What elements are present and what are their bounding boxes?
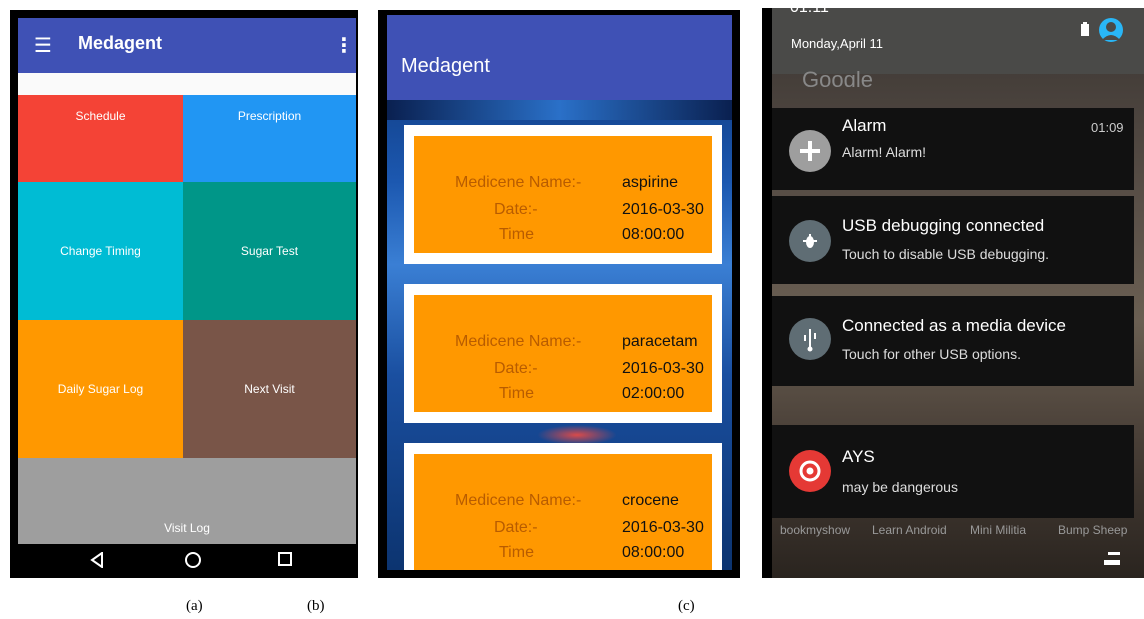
clock-text: 01:11 <box>790 8 829 17</box>
medicine-name-label: Medicene Name:- <box>455 492 582 509</box>
tile-schedule[interactable]: Schedule <box>18 95 183 182</box>
reminder-card-body: Medicene Name:- paracetam Date:- 2016-03… <box>414 295 712 412</box>
tile-label: Sugar Test <box>240 244 299 258</box>
notification-header: 01:11 Monday,April 11 <box>772 8 1144 74</box>
notification-time: 01:09 <box>1091 120 1124 135</box>
phone-screen-c: 01:11 Monday,April 11 Google Alarm Alarm… <box>762 8 1144 578</box>
bug-icon <box>789 220 831 262</box>
notification-subtitle: Alarm! Alarm! <box>842 144 927 160</box>
menu-icon[interactable]: ☰ <box>34 35 52 55</box>
time-label: Time <box>499 544 534 561</box>
medicine-name-value: paracetam <box>622 333 698 350</box>
app-label[interactable]: bookmyshow <box>780 523 850 537</box>
usb-icon <box>789 318 831 360</box>
notification-title: Connected as a media device <box>842 316 1066 335</box>
tile-change-timing[interactable]: Change Timing <box>18 182 183 320</box>
app-bar: Medagent <box>387 15 732 100</box>
medicine-name-value: crocene <box>622 492 679 509</box>
search-bar-text: Google <box>802 71 873 87</box>
caption-a: (a) <box>186 598 203 614</box>
phone-screen-b: Medagent Medicene Name:- aspirine Date:-… <box>378 10 740 578</box>
date-text: Monday,April 11 <box>791 36 884 51</box>
reminder-card-body: Medicene Name:- aspirine Date:- 2016-03-… <box>414 136 712 253</box>
app-title: Medagent <box>78 33 163 53</box>
target-icon <box>789 450 831 492</box>
date-label: Date:- <box>494 519 538 536</box>
tile-label: Prescription <box>237 109 302 123</box>
notification-subtitle: Touch to disable USB debugging. <box>842 246 1050 262</box>
notification-usb-debugging[interactable]: USB debugging connected Touch to disable… <box>772 196 1134 284</box>
dismiss-all-icon[interactable] <box>1102 550 1122 568</box>
date-value: 2016-03-30 <box>622 360 704 377</box>
plus-icon <box>789 130 831 172</box>
app-bar: ☰ Medagent ⋮ <box>18 18 356 73</box>
tile-label: Visit Log <box>164 521 210 535</box>
time-value: 08:00:00 <box>622 226 685 243</box>
reminder-card[interactable]: Medicene Name:- aspirine Date:- 2016-03-… <box>404 125 722 264</box>
reminder-list-screen: Medagent Medicene Name:- aspirine Date:-… <box>387 15 732 570</box>
app-label[interactable]: Bump Sheep <box>1058 523 1127 537</box>
app-label[interactable]: Mini Militia <box>970 523 1026 537</box>
caption-c: (c) <box>678 598 695 614</box>
notification-subtitle: may be dangerous <box>842 479 958 495</box>
reminder-card[interactable]: Medicene Name:- paracetam Date:- 2016-03… <box>404 284 722 423</box>
app-title: Medagent <box>401 55 490 77</box>
home-icon[interactable] <box>184 551 202 569</box>
time-label: Time <box>499 226 534 243</box>
date-label: Date:- <box>494 201 538 218</box>
time-value: 08:00:00 <box>622 544 685 561</box>
app-label[interactable]: Learn Android <box>872 523 947 537</box>
notification-title: USB debugging connected <box>842 216 1045 235</box>
spacer-strip <box>18 73 356 95</box>
notification-media-device[interactable]: Connected as a media device Touch for ot… <box>772 296 1134 386</box>
notification-alarm[interactable]: Alarm Alarm! Alarm! 01:09 <box>772 108 1134 190</box>
date-value: 2016-03-30 <box>622 519 704 536</box>
battery-icon <box>1081 22 1089 36</box>
notification-title: Alarm <box>842 116 887 135</box>
medicine-name-value: aspirine <box>622 174 679 191</box>
date-value: 2016-03-30 <box>622 201 704 218</box>
phone-screen-a: ☰ Medagent ⋮ Schedule Prescription Chang… <box>10 10 358 578</box>
notification-subtitle: Touch for other USB options. <box>842 346 1021 362</box>
tile-daily-sugar-log[interactable]: Daily Sugar Log <box>18 320 183 458</box>
recents-icon[interactable] <box>278 552 292 566</box>
medicine-name-label: Medicene Name:- <box>455 174 582 191</box>
tile-prescription[interactable]: Prescription <box>183 95 356 182</box>
background-decoration <box>387 100 732 120</box>
notification-ays[interactable]: AYS may be dangerous <box>772 425 1134 518</box>
date-label: Date:- <box>494 360 538 377</box>
caption-b: (b) <box>307 598 325 614</box>
back-icon[interactable] <box>90 552 104 568</box>
tile-visit-log[interactable]: Visit Log <box>18 458 356 544</box>
time-value: 02:00:00 <box>622 385 685 402</box>
app-label-row: bookmyshow Learn Android Mini Militia Bu… <box>780 523 1135 543</box>
nav-bar <box>18 544 356 578</box>
time-label: Time <box>499 385 534 402</box>
more-vert-icon[interactable]: ⋮ <box>334 33 354 57</box>
tile-label: Schedule <box>75 109 126 123</box>
medicine-name-label: Medicene Name:- <box>455 333 582 350</box>
tile-sugar-test[interactable]: Sugar Test <box>183 182 356 320</box>
reminder-card-body: Medicene Name:- crocene Date:- 2016-03-3… <box>414 454 712 570</box>
notification-title: AYS <box>842 447 875 466</box>
background-decoration <box>537 425 617 445</box>
user-icon[interactable] <box>1098 16 1124 44</box>
reminder-card[interactable]: Medicene Name:- crocene Date:- 2016-03-3… <box>404 443 722 570</box>
tile-next-visit[interactable]: Next Visit <box>183 320 356 458</box>
tile-label: Daily Sugar Log <box>57 382 144 396</box>
tile-label: Next Visit <box>244 382 295 396</box>
tile-label: Change Timing <box>60 244 141 258</box>
